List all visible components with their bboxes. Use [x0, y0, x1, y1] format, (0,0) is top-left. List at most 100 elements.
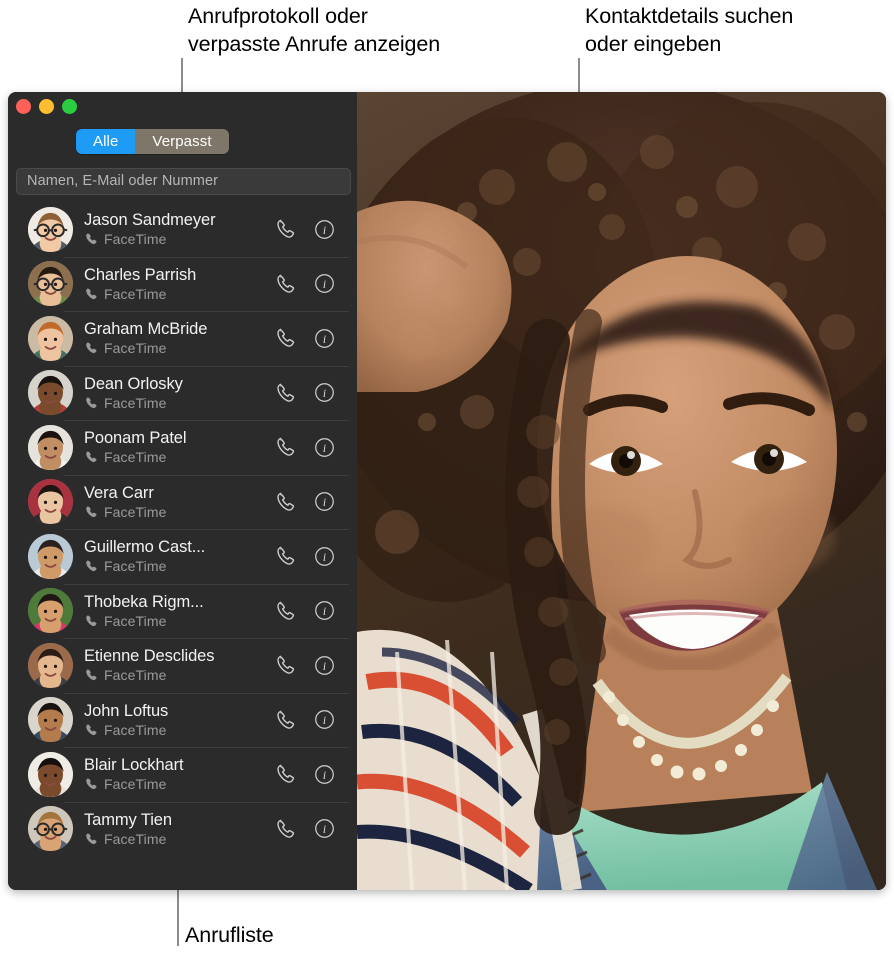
call-list-row[interactable]: Graham McBride FaceTime i — [8, 311, 357, 366]
search-placeholder-text: Namen, E-Mail oder Nummer — [27, 173, 219, 189]
phone-handset-icon[interactable] — [275, 545, 297, 567]
info-circle-icon[interactable]: i — [314, 273, 335, 294]
contact-name: Guillermo Cast... — [84, 538, 206, 557]
call-list-row[interactable]: Guillermo Cast... FaceTime i — [8, 529, 357, 584]
contact-service-label: FaceTime — [104, 558, 167, 575]
row-text: Charles Parrish FaceTime — [84, 266, 275, 302]
phone-handset-small-icon — [84, 614, 98, 628]
call-list-row[interactable]: Jason Sandmeyer FaceTime i — [8, 202, 357, 257]
phone-handset-small-icon — [84, 341, 98, 355]
contact-service-line: FaceTime — [84, 776, 275, 792]
call-list[interactable]: Jason Sandmeyer FaceTime i Charles Parri… — [8, 200, 357, 890]
phone-handset-icon[interactable] — [275, 273, 297, 295]
call-filter-segmented-control[interactable]: Alle Verpasst — [76, 128, 229, 154]
info-circle-icon[interactable]: i — [314, 709, 335, 730]
contact-service-label: FaceTime — [104, 612, 167, 629]
contact-name: Etienne Desclides — [84, 647, 215, 666]
avatar — [28, 588, 73, 634]
avatar — [28, 697, 73, 743]
row-actions: i — [275, 545, 335, 567]
contact-service-line: FaceTime — [84, 504, 275, 520]
callout-label-call-list: Anrufliste — [185, 923, 274, 947]
call-list-row[interactable]: John Loftus FaceTime i — [8, 692, 357, 748]
phone-handset-icon[interactable] — [275, 709, 297, 731]
segment-all[interactable]: Alle — [76, 128, 136, 154]
svg-text:i: i — [323, 497, 326, 509]
row-actions: i — [275, 273, 335, 295]
phone-handset-icon[interactable] — [275, 382, 297, 404]
contact-name: Vera Carr — [84, 483, 154, 502]
avatar — [28, 206, 73, 252]
contact-service-line: FaceTime — [84, 340, 275, 356]
phone-handset-icon[interactable] — [275, 218, 297, 240]
call-list-row[interactable]: Etienne Desclides FaceTime i — [8, 638, 357, 693]
info-circle-icon[interactable]: i — [314, 818, 335, 839]
row-actions: i — [275, 600, 335, 622]
phone-handset-icon[interactable] — [275, 654, 297, 676]
phone-handset-small-icon — [84, 832, 98, 846]
window-titlebar — [8, 92, 357, 120]
call-list-row[interactable]: Blair Lockhart FaceTime i — [8, 747, 357, 802]
phone-handset-small-icon — [84, 559, 98, 573]
phone-handset-icon[interactable] — [275, 818, 297, 840]
call-list-row[interactable]: Poonam Patel FaceTime i — [8, 420, 357, 475]
call-list-row[interactable]: Thobeka Rigm... FaceTime i — [8, 583, 357, 639]
phone-handset-icon[interactable] — [275, 763, 297, 785]
contact-name: Dean Orlosky — [84, 374, 183, 393]
info-circle-icon[interactable]: i — [314, 382, 335, 403]
call-list-row[interactable]: Charles Parrish FaceTime i — [8, 256, 357, 312]
phone-handset-icon[interactable] — [275, 491, 297, 513]
info-circle-icon[interactable]: i — [314, 600, 335, 621]
contact-service-line: FaceTime — [84, 449, 275, 465]
call-list-row[interactable]: Tammy Tien FaceTime i — [8, 801, 357, 857]
contact-name: John Loftus — [84, 701, 169, 720]
close-button[interactable] — [16, 98, 31, 114]
row-actions: i — [275, 763, 335, 785]
contact-service-line: FaceTime — [84, 722, 275, 738]
svg-text:i: i — [323, 715, 326, 727]
zoom-button[interactable] — [62, 98, 77, 114]
info-circle-icon[interactable]: i — [314, 764, 335, 785]
svg-text:i: i — [323, 225, 326, 237]
sidebar: Alle Verpasst Namen, E-Mail oder Nummer — [8, 92, 357, 890]
contact-name: Blair Lockhart — [84, 756, 184, 775]
row-text: Graham McBride FaceTime — [84, 320, 275, 356]
row-actions: i — [275, 382, 335, 404]
info-circle-icon[interactable]: i — [314, 219, 335, 240]
segment-missed[interactable]: Verpasst — [135, 128, 229, 154]
video-preview-panel[interactable] — [357, 92, 886, 890]
portrait-image — [357, 92, 886, 890]
phone-handset-small-icon — [84, 505, 98, 519]
info-circle-icon[interactable]: i — [314, 546, 335, 567]
search-input[interactable]: Namen, E-Mail oder Nummer — [16, 167, 351, 195]
phone-handset-icon[interactable] — [275, 600, 297, 622]
contact-name: Poonam Patel — [84, 429, 187, 448]
contact-service-line: FaceTime — [84, 613, 275, 629]
row-text: Jason Sandmeyer FaceTime — [84, 211, 275, 247]
contact-service-line: FaceTime — [84, 395, 275, 411]
contact-service-label: FaceTime — [104, 340, 167, 357]
row-actions: i — [275, 654, 335, 676]
phone-handset-icon[interactable] — [275, 436, 297, 458]
svg-text:i: i — [323, 279, 326, 291]
phone-handset-icon[interactable] — [275, 327, 297, 349]
info-circle-icon[interactable]: i — [314, 655, 335, 676]
svg-text:i: i — [323, 552, 326, 564]
phone-handset-small-icon — [84, 287, 98, 301]
call-list-row[interactable]: Vera Carr FaceTime i — [8, 474, 357, 530]
row-text: Poonam Patel FaceTime — [84, 429, 275, 465]
contact-service-line: FaceTime — [84, 667, 275, 683]
info-circle-icon[interactable]: i — [314, 491, 335, 512]
info-circle-icon[interactable]: i — [314, 437, 335, 458]
svg-text:i: i — [323, 661, 326, 673]
row-actions: i — [275, 491, 335, 513]
info-circle-icon[interactable]: i — [314, 328, 335, 349]
contact-service-line: FaceTime — [84, 286, 275, 302]
minimize-button[interactable] — [39, 98, 54, 114]
contact-service-line: FaceTime — [84, 558, 275, 574]
avatar — [28, 642, 73, 688]
contact-name: Jason Sandmeyer — [84, 211, 216, 230]
svg-text:i: i — [323, 443, 326, 455]
contact-service-line: FaceTime — [84, 831, 275, 847]
call-list-row[interactable]: Dean Orlosky FaceTime i — [8, 365, 357, 421]
